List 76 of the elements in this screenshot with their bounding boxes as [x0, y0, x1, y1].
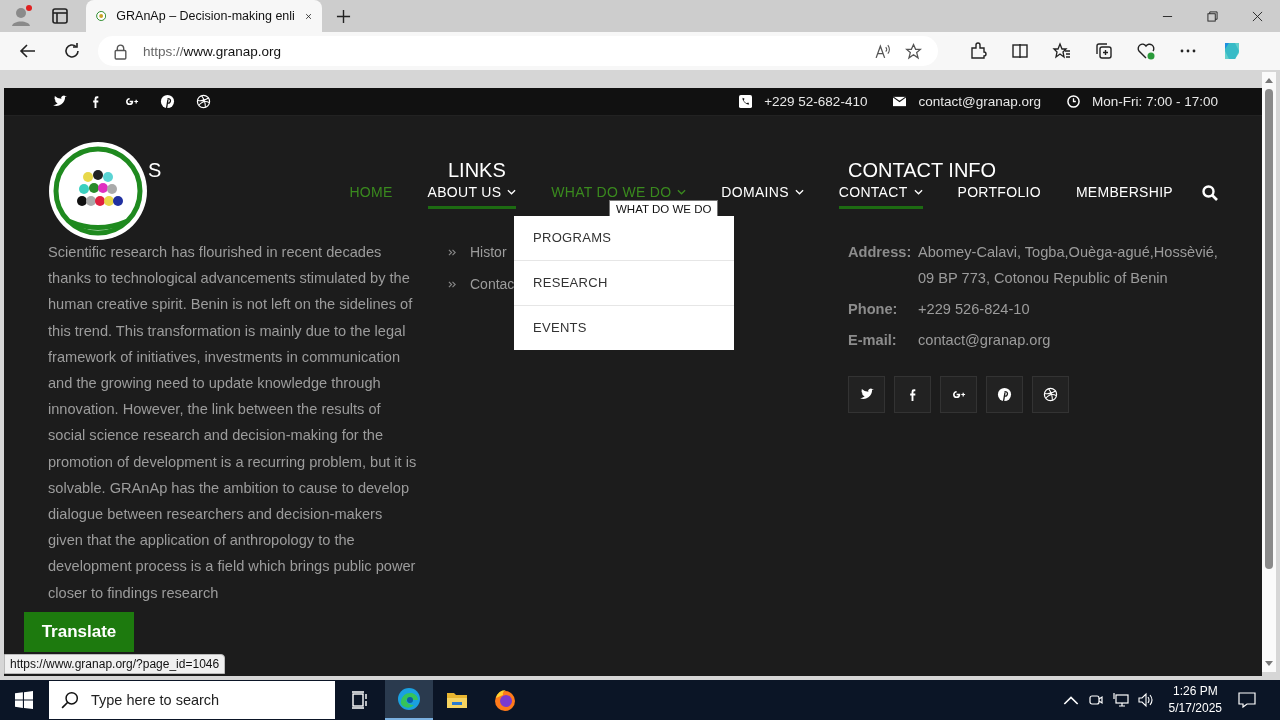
pinterest-button[interactable] — [986, 376, 1023, 413]
close-icon[interactable] — [1252, 10, 1263, 22]
nav-item[interactable]: PORTFOLIO — [957, 184, 1041, 209]
tab-actions-icon[interactable] — [50, 6, 70, 26]
footer-link[interactable]: Histor — [470, 244, 507, 260]
contact-label: E-mail: — [848, 331, 898, 350]
double-chevron-icon — [448, 279, 457, 289]
taskbar-search-field[interactable]: Type here to search — [49, 681, 335, 719]
menu-item[interactable]: PROGRAMS — [514, 216, 734, 261]
opening-hours: Mon-Fri: 7:00 - 17:00 — [1091, 94, 1218, 109]
twitter-icon — [859, 387, 874, 402]
clock-icon — [1066, 95, 1080, 108]
edge-browser-icon[interactable] — [397, 687, 421, 711]
twitter-button[interactable] — [848, 376, 885, 413]
star-icon[interactable] — [905, 42, 922, 60]
profile-icon[interactable] — [10, 4, 34, 28]
read-aloud-icon[interactable] — [874, 42, 891, 60]
contact-value: +229 526-824-10 — [918, 300, 1031, 319]
email-address: contact@granap.org — [918, 94, 1041, 109]
reload-icon[interactable] — [62, 41, 82, 61]
googleplus-button[interactable] — [940, 376, 977, 413]
contact-label: Phone: — [848, 300, 899, 319]
menu-item[interactable]: RESEARCH — [514, 261, 734, 306]
logo[interactable] — [48, 141, 148, 241]
nav-item[interactable]: DOMAINS — [721, 184, 804, 209]
restore-icon[interactable] — [1207, 10, 1218, 22]
about-paragraph: Scientific research has flourished in recent decades thanks to technological advancements stimulated by the human creative spirit. Benin is not left on the sidelines of this trend. This transformation is mainly due to the legal framework of initiatives, investments in communication and the growing need to update knowledge through innovation. However, the link between the results of social science research and decision-making for the promotion of development is a recurring problem, but it is solvable. GRAnAp has the ambition to cause to develop dialogue between researchers and decision-makers given that the application of anthropology to the development process is a field which brings public power closer to findings research — [48, 243, 418, 603]
dribbble-icon — [1043, 387, 1058, 402]
facebook-button[interactable] — [894, 376, 931, 413]
extensions-icon[interactable] — [968, 41, 988, 61]
scroll-up-icon[interactable] — [1265, 78, 1273, 83]
envelope-icon — [893, 95, 907, 108]
clock-date[interactable]: 5/17/2025 — [1168, 700, 1222, 717]
pinterest-icon[interactable] — [160, 94, 175, 109]
search-icon[interactable] — [1202, 184, 1218, 201]
menu-item[interactable]: EVENTS — [514, 306, 734, 350]
volume-icon[interactable] — [1137, 692, 1154, 708]
site-favicon — [96, 8, 107, 24]
twitter-icon[interactable] — [52, 94, 67, 109]
health-icon[interactable] — [1136, 41, 1156, 61]
search-icon — [61, 691, 79, 709]
nav-item[interactable]: ABOUT US — [427, 184, 517, 209]
pinterest-icon — [997, 387, 1012, 402]
translate-button[interactable]: Translate — [24, 612, 134, 652]
double-chevron-icon — [448, 247, 457, 257]
address-field[interactable]: https://www.granap.org — [98, 36, 938, 66]
nav-item[interactable]: CONTACT — [838, 184, 923, 209]
camera-icon[interactable] — [1087, 692, 1104, 708]
section-heading: S — [148, 159, 162, 183]
phone-number: +229 52-682-410 — [764, 94, 868, 109]
dribbble-icon[interactable] — [196, 94, 211, 109]
nav-item[interactable]: MEMBERSHIP — [1075, 184, 1173, 209]
scroll-down-icon[interactable] — [1265, 661, 1273, 666]
network-icon[interactable] — [1112, 692, 1129, 708]
browser-tab[interactable]: GRAnAp – Decision-making enli — [86, 0, 322, 32]
footer-link[interactable]: Contac — [470, 276, 515, 292]
contact-value: Abomey-Calavi, Togba,Ouèga-agué,Hossèvié, 09 BP 773, Cotonou Republic of Benin — [918, 243, 1218, 288]
phone-icon — [739, 95, 753, 108]
section-heading: CONTACT INFO — [848, 159, 997, 183]
task-view-icon[interactable] — [350, 690, 370, 710]
contact-label: Address: — [848, 243, 913, 262]
new-tab-icon[interactable] — [336, 8, 351, 24]
firefox-icon[interactable] — [493, 688, 517, 712]
windows-start-icon[interactable] — [15, 691, 33, 709]
notification-icon[interactable] — [1238, 692, 1256, 708]
split-screen-icon[interactable] — [1010, 41, 1030, 61]
section-heading: LINKS — [448, 159, 506, 183]
favorites-icon[interactable] — [1052, 41, 1072, 61]
status-url-tooltip: https://www.granap.org/?page_id=1046 — [4, 654, 226, 674]
collections-icon[interactable] — [1094, 41, 1114, 61]
clock-time[interactable]: 1:26 PM — [1172, 683, 1218, 700]
contact-value: contact@granap.org — [918, 331, 1052, 350]
dribbble-button[interactable] — [1032, 376, 1069, 413]
scrollbar[interactable] — [1262, 72, 1276, 672]
lock-icon — [112, 42, 129, 60]
nav-item[interactable]: HOME — [349, 184, 393, 209]
